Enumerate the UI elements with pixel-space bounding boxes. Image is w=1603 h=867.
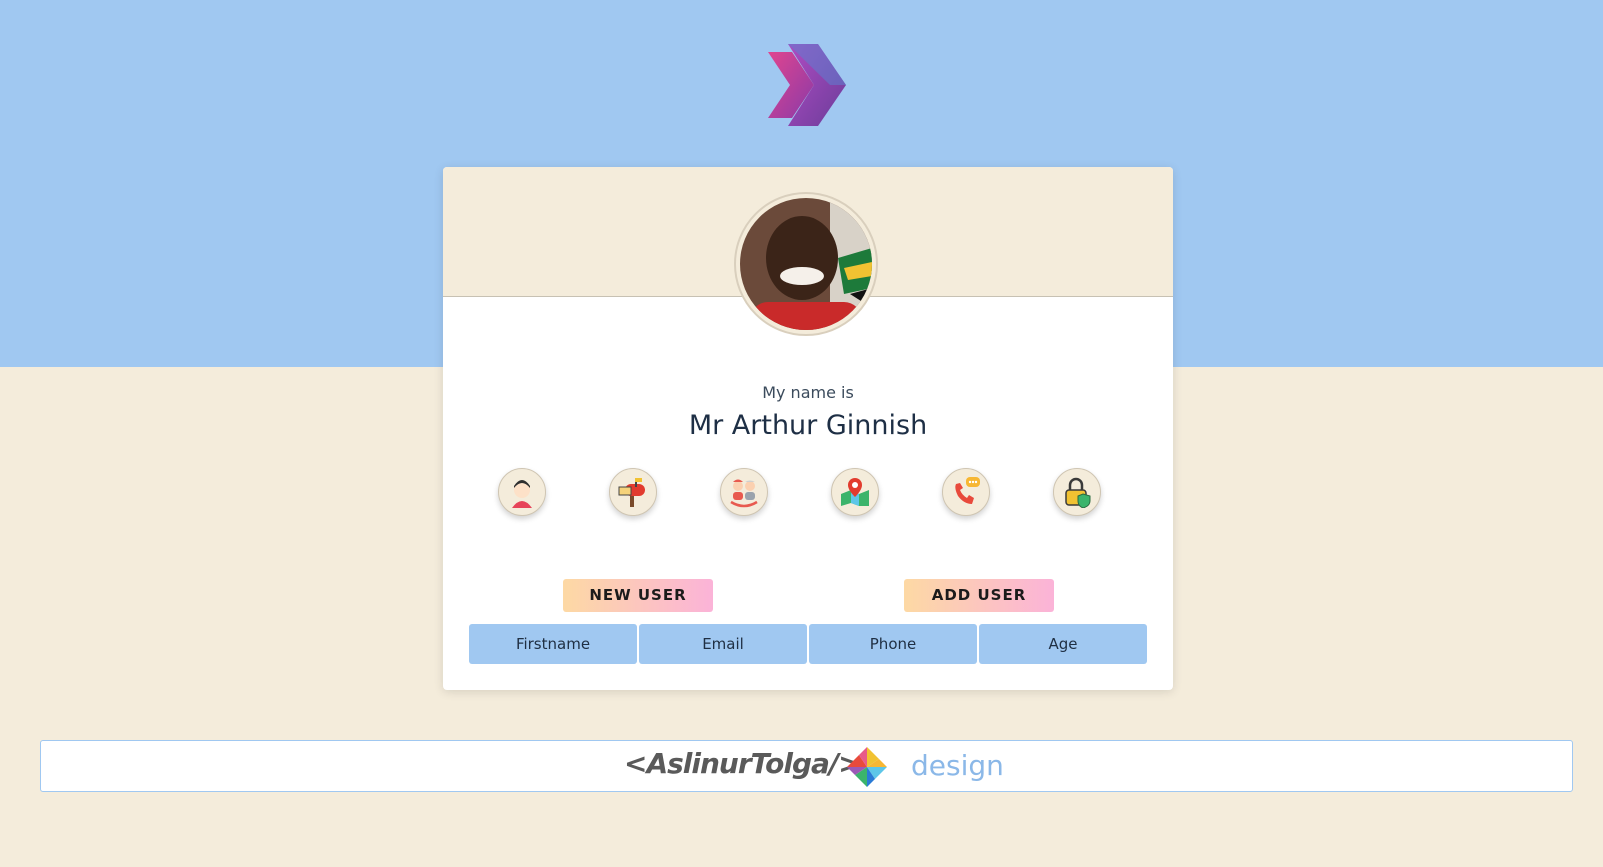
brand-name: <AslinurTolga/>	[624, 747, 862, 780]
map-location-icon[interactable]	[831, 468, 879, 516]
add-user-button[interactable]: ADD USER	[904, 579, 1054, 612]
footer-banner: <AslinurTolga/> design	[40, 740, 1573, 792]
name-label: My name is	[762, 383, 854, 402]
design-label: design	[911, 749, 1004, 782]
tab-firstname[interactable]: Firstname	[469, 624, 637, 664]
user-icon[interactable]	[498, 468, 546, 516]
name-value: Mr Arthur Ginnish	[688, 410, 928, 441]
mailbox-icon[interactable]	[609, 468, 657, 516]
pinwheel-icon	[845, 745, 889, 793]
tab-age[interactable]: Age	[979, 624, 1147, 664]
tab-phone[interactable]: Phone	[809, 624, 977, 664]
double-chevron-logo-icon	[768, 40, 848, 130]
new-user-button[interactable]: NEW USER	[563, 579, 713, 612]
user-card: My name is Mr Arthur Ginnish NEW USER AD…	[443, 167, 1173, 690]
avatar	[734, 192, 878, 336]
lock-password-icon[interactable]	[1053, 468, 1101, 516]
phone-icon[interactable]	[942, 468, 990, 516]
people-age-icon[interactable]	[720, 468, 768, 516]
tab-email[interactable]: Email	[639, 624, 807, 664]
